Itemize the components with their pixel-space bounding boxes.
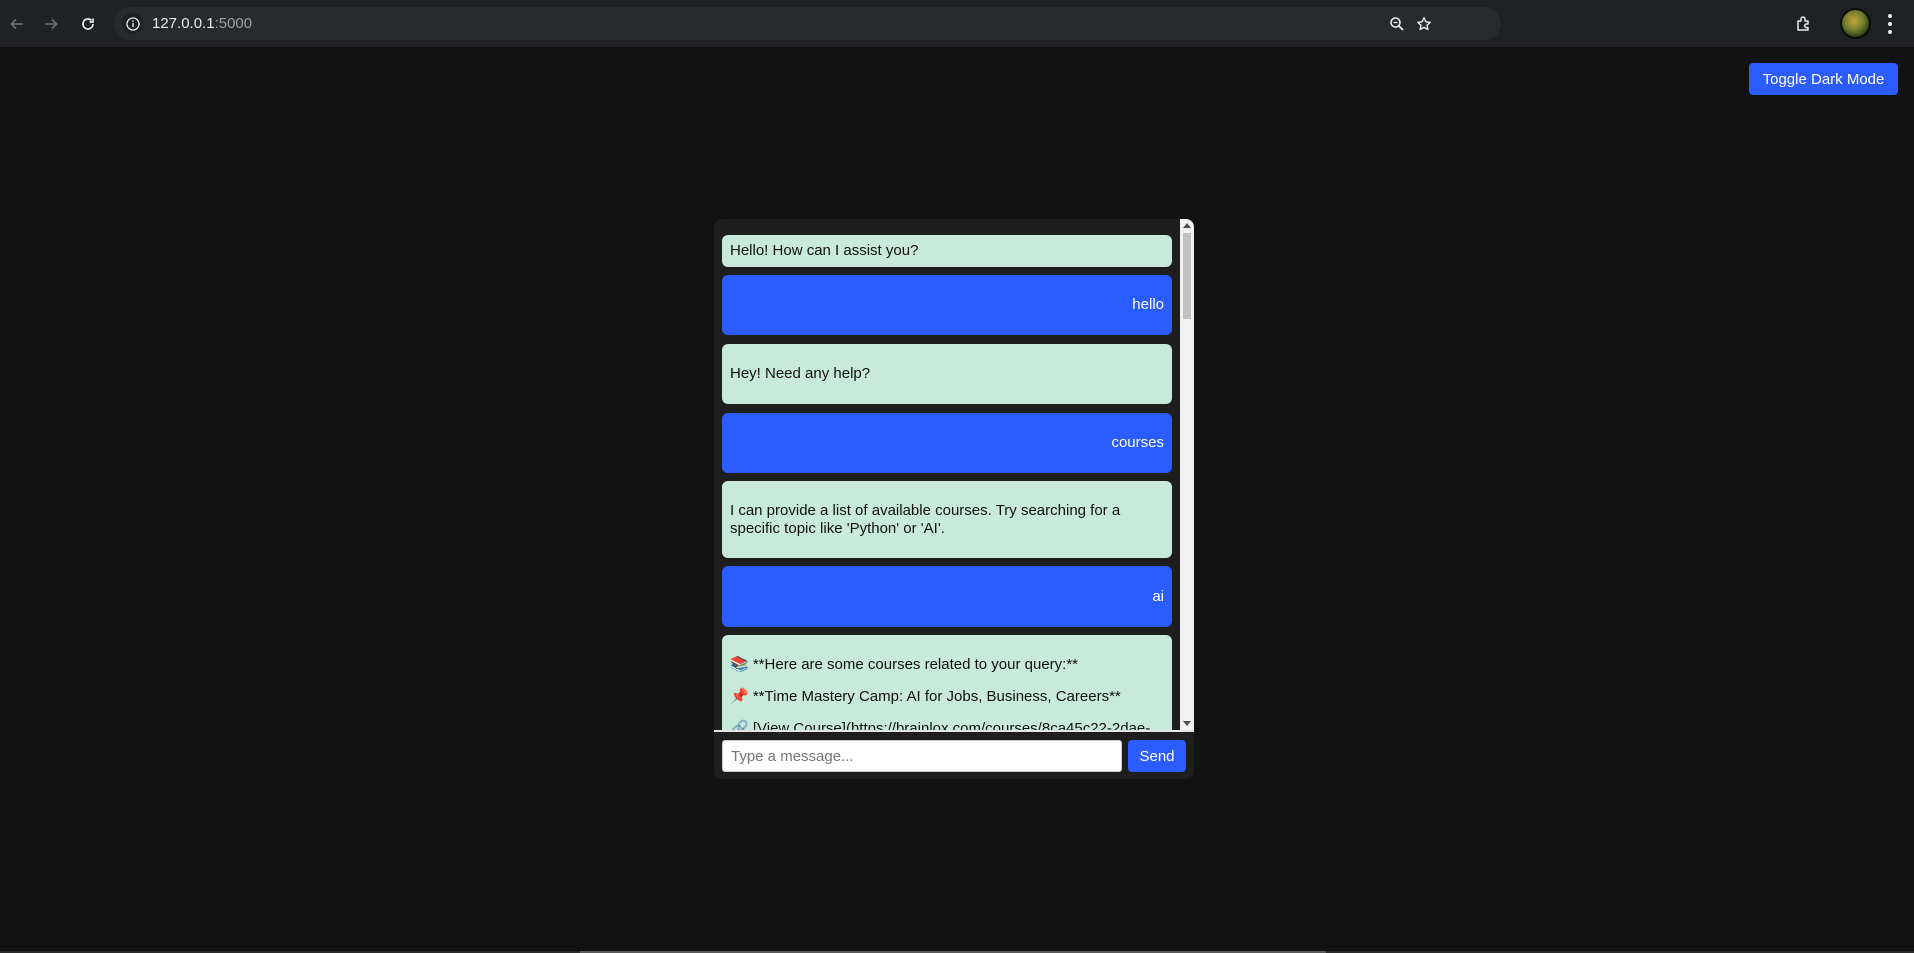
bot-message: Hey! Need any help?: [722, 344, 1172, 404]
message-text: hello: [1132, 296, 1164, 313]
send-button[interactable]: Send: [1128, 740, 1186, 772]
bookmark-star-icon[interactable]: [1413, 13, 1435, 35]
message-link-line[interactable]: 🔗 [View Course](https://brainlox.com/cou…: [730, 720, 1150, 730]
scrollbar-thumb[interactable]: [1183, 233, 1191, 319]
chat-input-area: Send: [714, 730, 1194, 779]
chat-container: Hello! How can I assist you? hello Hey! …: [714, 219, 1194, 779]
message-text: I can provide a list of available course…: [730, 501, 1121, 537]
back-arrow-icon[interactable]: [4, 11, 30, 37]
forward-arrow-icon[interactable]: [38, 11, 64, 37]
url-host: 127.0.0.1: [152, 15, 215, 32]
message-text: Hello! How can I assist you?: [730, 242, 919, 259]
bot-message: Hello! How can I assist you?: [722, 235, 1172, 267]
user-message: courses: [722, 413, 1172, 473]
user-message: ai: [722, 566, 1172, 627]
browser-menu-icon[interactable]: [1880, 12, 1900, 36]
chat-scrollbar[interactable]: [1180, 219, 1194, 730]
bot-message: I can provide a list of available course…: [722, 481, 1172, 558]
message-text: ai: [1152, 587, 1164, 605]
site-info-icon[interactable]: [122, 13, 143, 34]
url-port: :5000: [214, 15, 253, 32]
scroll-up-arrow-icon[interactable]: [1183, 223, 1191, 228]
message-text: Hey! Need any help?: [730, 365, 871, 382]
message-text: courses: [1111, 434, 1164, 451]
message-input[interactable]: [722, 740, 1122, 772]
message-line: 📌 **Time Mastery Camp: AI for Jobs, Busi…: [730, 688, 1121, 705]
user-message: hello: [722, 275, 1172, 335]
bot-message: 📚 **Here are some courses related to you…: [722, 635, 1172, 730]
chat-messages[interactable]: Hello! How can I assist you? hello Hey! …: [714, 219, 1180, 730]
reload-icon[interactable]: [75, 11, 101, 37]
message-line: 📚 **Here are some courses related to you…: [730, 656, 1079, 673]
browser-toolbar: 127.0.0.1:5000: [0, 0, 1914, 47]
scroll-down-arrow-icon[interactable]: [1183, 721, 1191, 726]
address-bar[interactable]: 127.0.0.1:5000: [114, 7, 1501, 40]
url-text: 127.0.0.1:5000: [152, 15, 252, 32]
zoom-icon[interactable]: [1386, 13, 1408, 35]
profile-avatar[interactable]: [1840, 8, 1871, 39]
toggle-dark-mode-button[interactable]: Toggle Dark Mode: [1749, 63, 1898, 95]
extensions-icon[interactable]: [1791, 11, 1817, 37]
